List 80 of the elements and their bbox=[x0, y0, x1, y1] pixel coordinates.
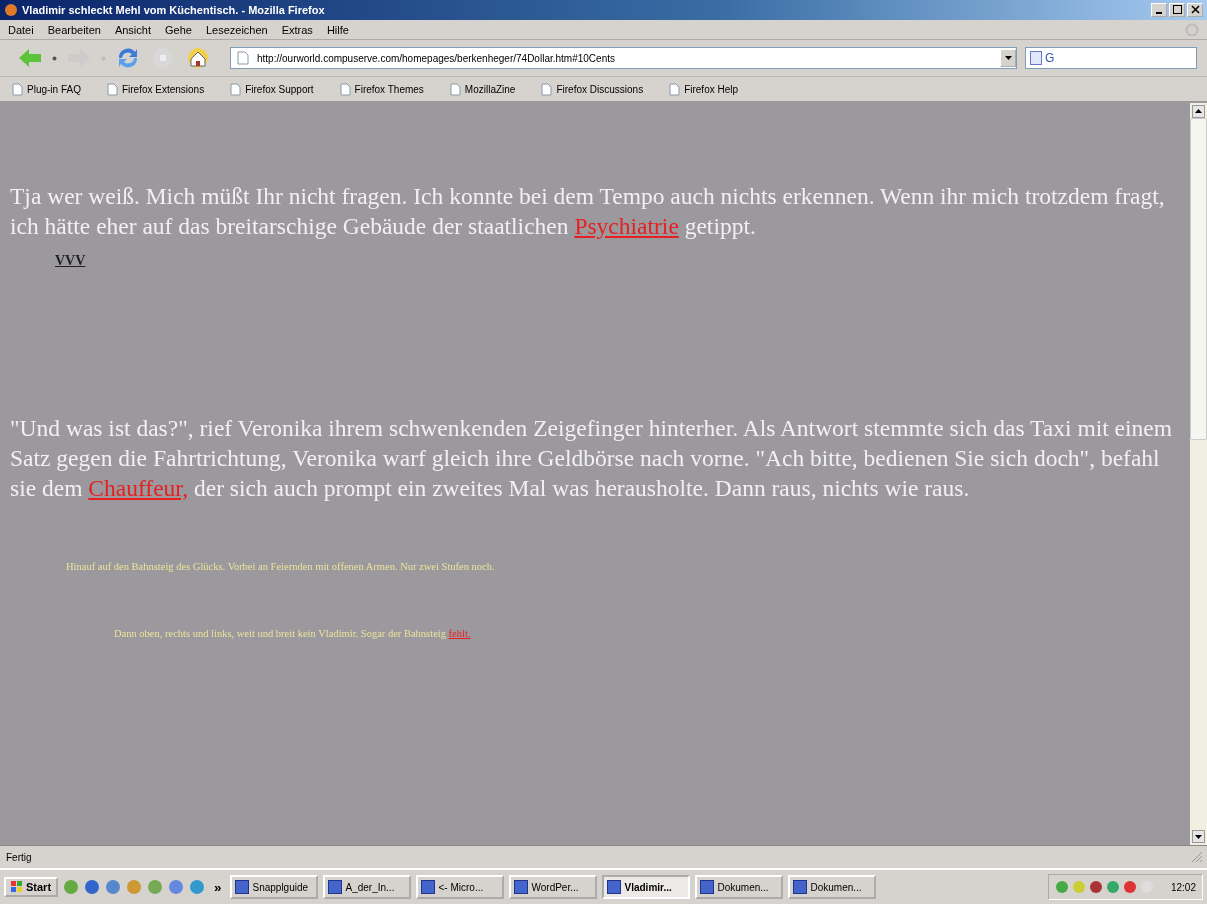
paragraph: Dann oben, rechts und links, weit und breit kein Vladimir. Sogar der Bahnsteig fehlt. bbox=[113, 627, 472, 639]
throbber-icon bbox=[1185, 22, 1199, 37]
window-icon bbox=[235, 880, 250, 894]
menu-item[interactable]: Gehe bbox=[165, 23, 192, 36]
stop-icon bbox=[152, 47, 174, 69]
tray-icon[interactable] bbox=[1054, 880, 1069, 894]
app-icon[interactable] bbox=[105, 879, 122, 895]
windows-logo-icon bbox=[11, 881, 23, 893]
menu-item[interactable]: Datei bbox=[8, 23, 34, 36]
taskbar-button[interactable]: Snapplguide bbox=[230, 875, 319, 899]
house-icon bbox=[186, 47, 210, 69]
app-icon[interactable] bbox=[63, 879, 80, 895]
taskbar-button[interactable]: Vladimir... bbox=[602, 875, 691, 899]
window-title: Vladimir schleckt Mehl vom Küchentisch. - Mozilla Firefox bbox=[22, 4, 326, 16]
status-text: Fertig bbox=[6, 851, 32, 863]
scroll-up-icon bbox=[1192, 105, 1205, 118]
bookmark-link[interactable]: Plug-in FAQ bbox=[12, 82, 81, 96]
bookmark-link[interactable]: Firefox Extensions bbox=[106, 82, 205, 96]
taskbar-button[interactable]: WordPer... bbox=[509, 875, 598, 899]
bookmark-link[interactable]: MozillaZine bbox=[449, 82, 516, 96]
bookmark-link[interactable]: Firefox Help bbox=[669, 82, 739, 96]
page-icon bbox=[230, 82, 242, 96]
marker-link[interactable]: VVV bbox=[55, 253, 86, 268]
bookmark-link[interactable]: Firefox Themes bbox=[339, 82, 424, 96]
page-icon bbox=[339, 82, 351, 96]
page-icon bbox=[449, 82, 461, 96]
scroll-down-icon bbox=[1192, 830, 1205, 843]
page-icon bbox=[12, 82, 23, 96]
search-engine-icon bbox=[1030, 51, 1042, 65]
window-icon bbox=[793, 880, 808, 894]
page-icon bbox=[669, 82, 681, 96]
caret-icon bbox=[1004, 56, 1012, 60]
page-icon bbox=[106, 82, 118, 96]
dropdown-button[interactable] bbox=[1000, 49, 1016, 67]
page-icon bbox=[237, 51, 249, 65]
scroll-thumb[interactable] bbox=[1190, 118, 1207, 440]
left-arrow-icon bbox=[18, 48, 42, 68]
search-field[interactable]: G bbox=[1025, 47, 1197, 69]
close-icon bbox=[1190, 5, 1200, 14]
taskbar-button[interactable]: Dokumen... bbox=[695, 875, 784, 899]
window-icon bbox=[514, 880, 529, 894]
tray-icon[interactable] bbox=[1122, 880, 1137, 894]
start-button[interactable]: Start bbox=[4, 877, 59, 897]
maximize-icon bbox=[1172, 5, 1182, 14]
reload-icon bbox=[116, 47, 140, 69]
app-icon[interactable] bbox=[126, 879, 143, 895]
paragraph: Hinauf auf den Bahnsteig des Glücks. Vorbei an Feiernden mit offenen Armen. Nur zwei Stufen noch. bbox=[65, 560, 496, 572]
window-icon bbox=[421, 880, 436, 894]
window-icon bbox=[607, 880, 622, 894]
window-icon bbox=[328, 880, 343, 894]
menu-item[interactable]: Hilfe bbox=[326, 23, 349, 36]
app-icon[interactable] bbox=[189, 879, 206, 895]
minimize-button[interactable] bbox=[1151, 3, 1167, 17]
paragraph: "Und was ist das?", rief Veronika ihrem schwenkenden Zeigefinger hinterher. Als Antwort stemmte sich das Taxi mit einem Satz gegen die Fahrtrichtung, Veronika warf gleich ihre Geldbörse nach vorne. "Ach bitte, bedienen Sie sich doch", befahl sie dem Chauffeur, der sich auch prompt ein zweites Mal was herausholte. Dann raus, nichts wie raus. bbox=[10, 414, 1174, 503]
taskbar-button[interactable]: Dokumen... bbox=[788, 875, 877, 899]
stop-button[interactable] bbox=[150, 45, 176, 71]
bookmark-link[interactable]: Firefox Support bbox=[230, 82, 314, 96]
close-button[interactable] bbox=[1187, 3, 1203, 17]
tray-icon[interactable] bbox=[1088, 880, 1103, 894]
clock: 12:02 bbox=[1170, 881, 1196, 893]
address-field[interactable]: http://ourworld.compuserve.com/homepages/berkenheger/74Dollar.htm#10Cents bbox=[230, 47, 1017, 69]
vertical-scrollbar[interactable] bbox=[1190, 103, 1207, 845]
page-icon bbox=[541, 82, 553, 96]
app-icon[interactable] bbox=[84, 879, 101, 895]
taskbar-button[interactable]: A_der_In... bbox=[323, 875, 412, 899]
more-button[interactable]: » bbox=[210, 879, 226, 895]
window-icon bbox=[700, 880, 715, 894]
taskbar-button[interactable]: <- Micro... bbox=[416, 875, 505, 899]
tray-icon[interactable] bbox=[1105, 880, 1120, 894]
menu-item[interactable]: Bearbeiten bbox=[47, 23, 101, 36]
menu-item[interactable]: Extras bbox=[281, 23, 313, 36]
maximize-button[interactable] bbox=[1169, 3, 1185, 17]
menu-item[interactable]: Ansicht bbox=[114, 23, 151, 36]
paragraph: Tja wer weiß. Mich müßt Ihr nicht fragen. Ich konnte bei dem Tempo auch nichts erkennen. Wenn ihr mich trotzdem fragt, ich hätte eher auf das breitarschige Gebäude der staatlichen Psychiatrie getippt. bbox=[10, 182, 1166, 241]
resize-grip-icon bbox=[1191, 851, 1203, 863]
bookmark-link[interactable]: Firefox Discussions bbox=[541, 82, 644, 96]
minimize-icon bbox=[1156, 12, 1162, 14]
app-icon[interactable] bbox=[147, 879, 164, 895]
menu-item[interactable]: Lesezeichen bbox=[205, 23, 268, 36]
app-icon[interactable] bbox=[168, 879, 185, 895]
